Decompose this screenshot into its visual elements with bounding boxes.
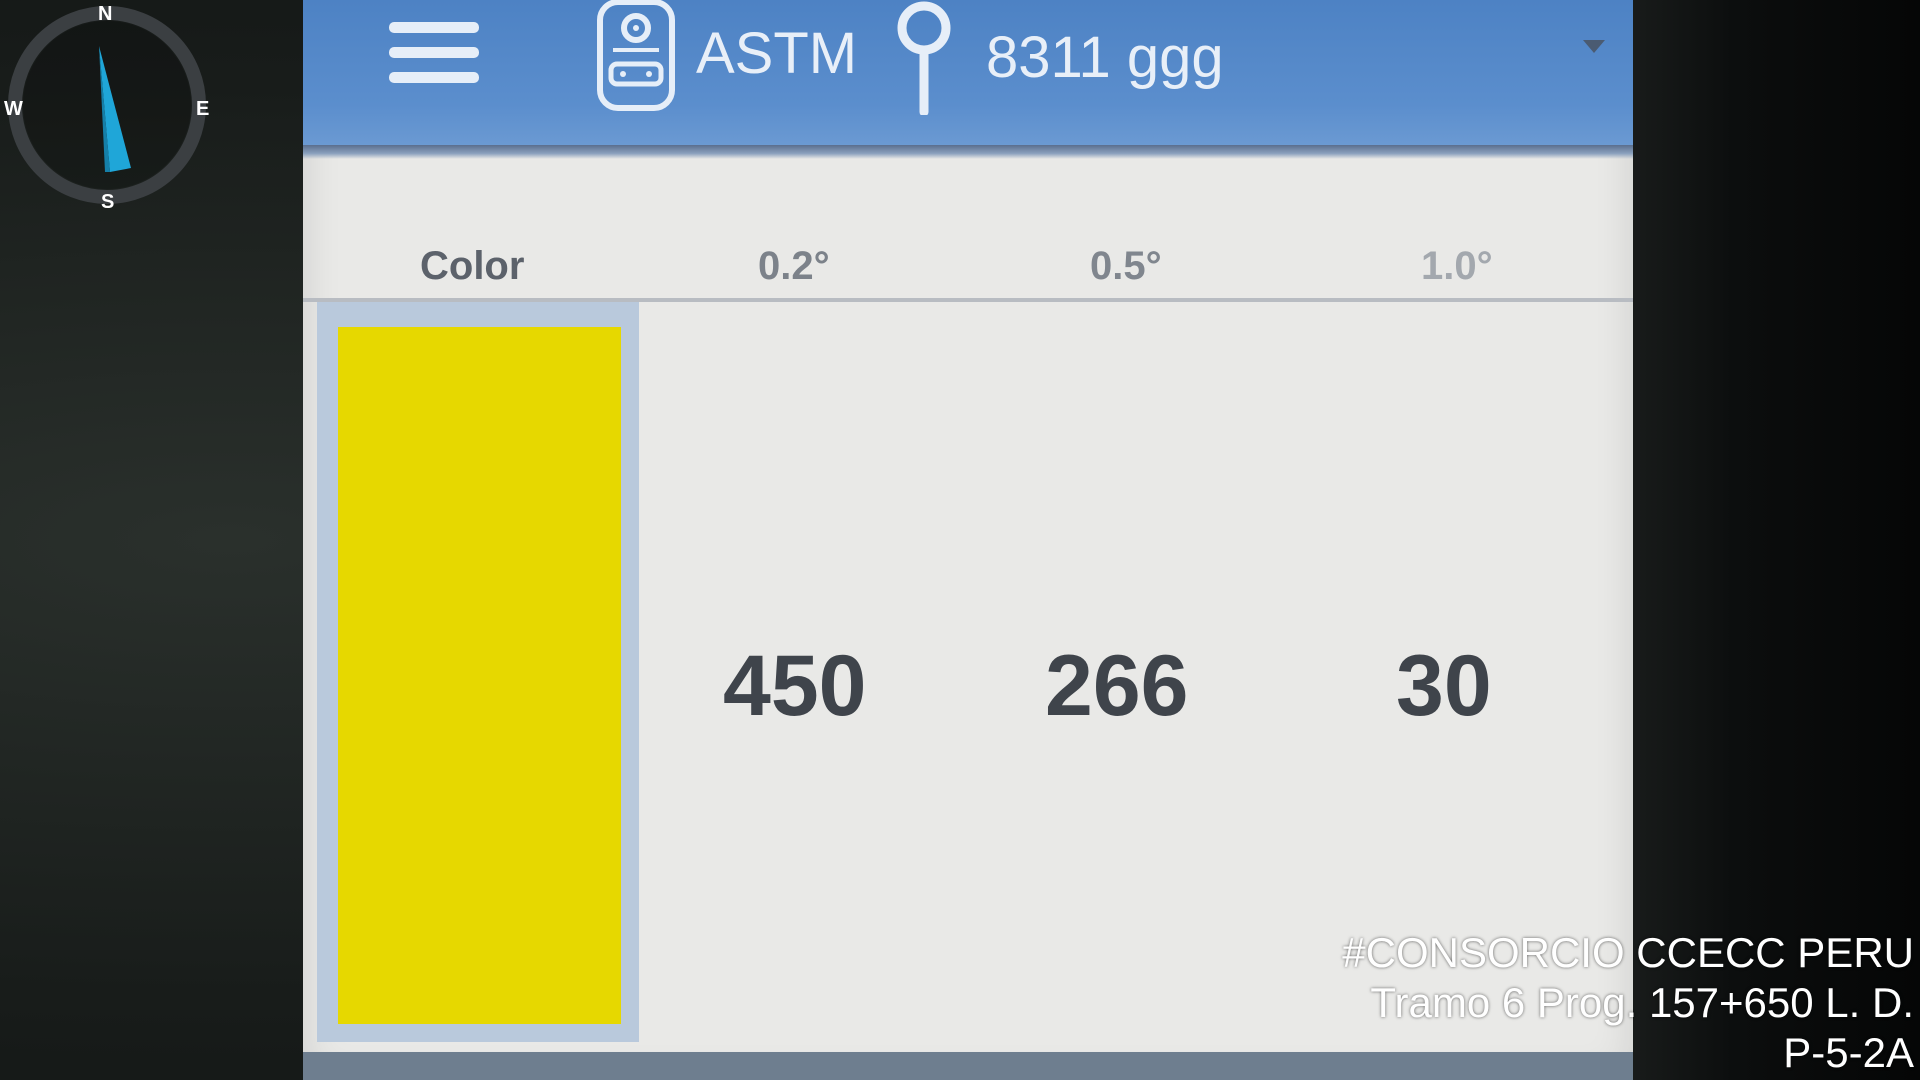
column-header-angle-0-5: 0.5°	[1090, 244, 1162, 288]
compass-north-label: N	[98, 3, 113, 25]
caption-line-location: Tramo 6 Prog. 157+650 L. D.	[1370, 979, 1914, 1026]
hamburger-menu-icon[interactable]	[389, 20, 481, 86]
compass-south-label: S	[101, 191, 115, 213]
menu-line	[389, 72, 479, 83]
color-swatch	[338, 327, 621, 1024]
top-bar-divider	[303, 145, 1633, 159]
compass-east-label: E	[196, 98, 210, 120]
standard-label[interactable]: ASTM	[696, 20, 857, 88]
column-header-color: Color	[420, 244, 525, 288]
menu-line	[389, 22, 479, 33]
compass-widget: N S W E	[4, 2, 210, 212]
caption-line-point: P-5-2A	[1783, 1029, 1914, 1076]
compass-icon	[8, 6, 206, 204]
device-bezel	[1610, 0, 1920, 1080]
photo-caption-overlay: #CONSORCIO CCECC PERU Tramo 6 Prog. 157+…	[1342, 928, 1914, 1078]
caret-down-icon[interactable]	[1581, 38, 1607, 56]
caption-line-company: #CONSORCIO CCECC PERU	[1342, 929, 1914, 976]
pin-icon	[890, 0, 958, 115]
sample-label[interactable]: 8311 ggg	[986, 24, 1224, 92]
menu-line	[389, 47, 479, 58]
table-header-row: Color 0.2° 0.5° 1.0°	[303, 160, 1633, 300]
column-header-angle-0-2: 0.2°	[758, 244, 830, 288]
device-icon	[593, 0, 679, 112]
reading-angle-1-0: 30	[1396, 638, 1492, 734]
compass-west-label: W	[4, 98, 23, 120]
photo-frame: N S W E ASTM 8311 ggg Color 0.2° 0.5° 1.…	[0, 0, 1920, 1080]
reading-angle-0-2: 450	[723, 638, 867, 734]
app-top-bar: ASTM 8311 ggg	[303, 0, 1633, 150]
reading-angle-0-5: 266	[1045, 638, 1189, 734]
column-header-angle-1-0: 1.0°	[1421, 244, 1493, 288]
device-screen: ASTM 8311 ggg Color 0.2° 0.5° 1.0° 450 2…	[303, 0, 1633, 1080]
